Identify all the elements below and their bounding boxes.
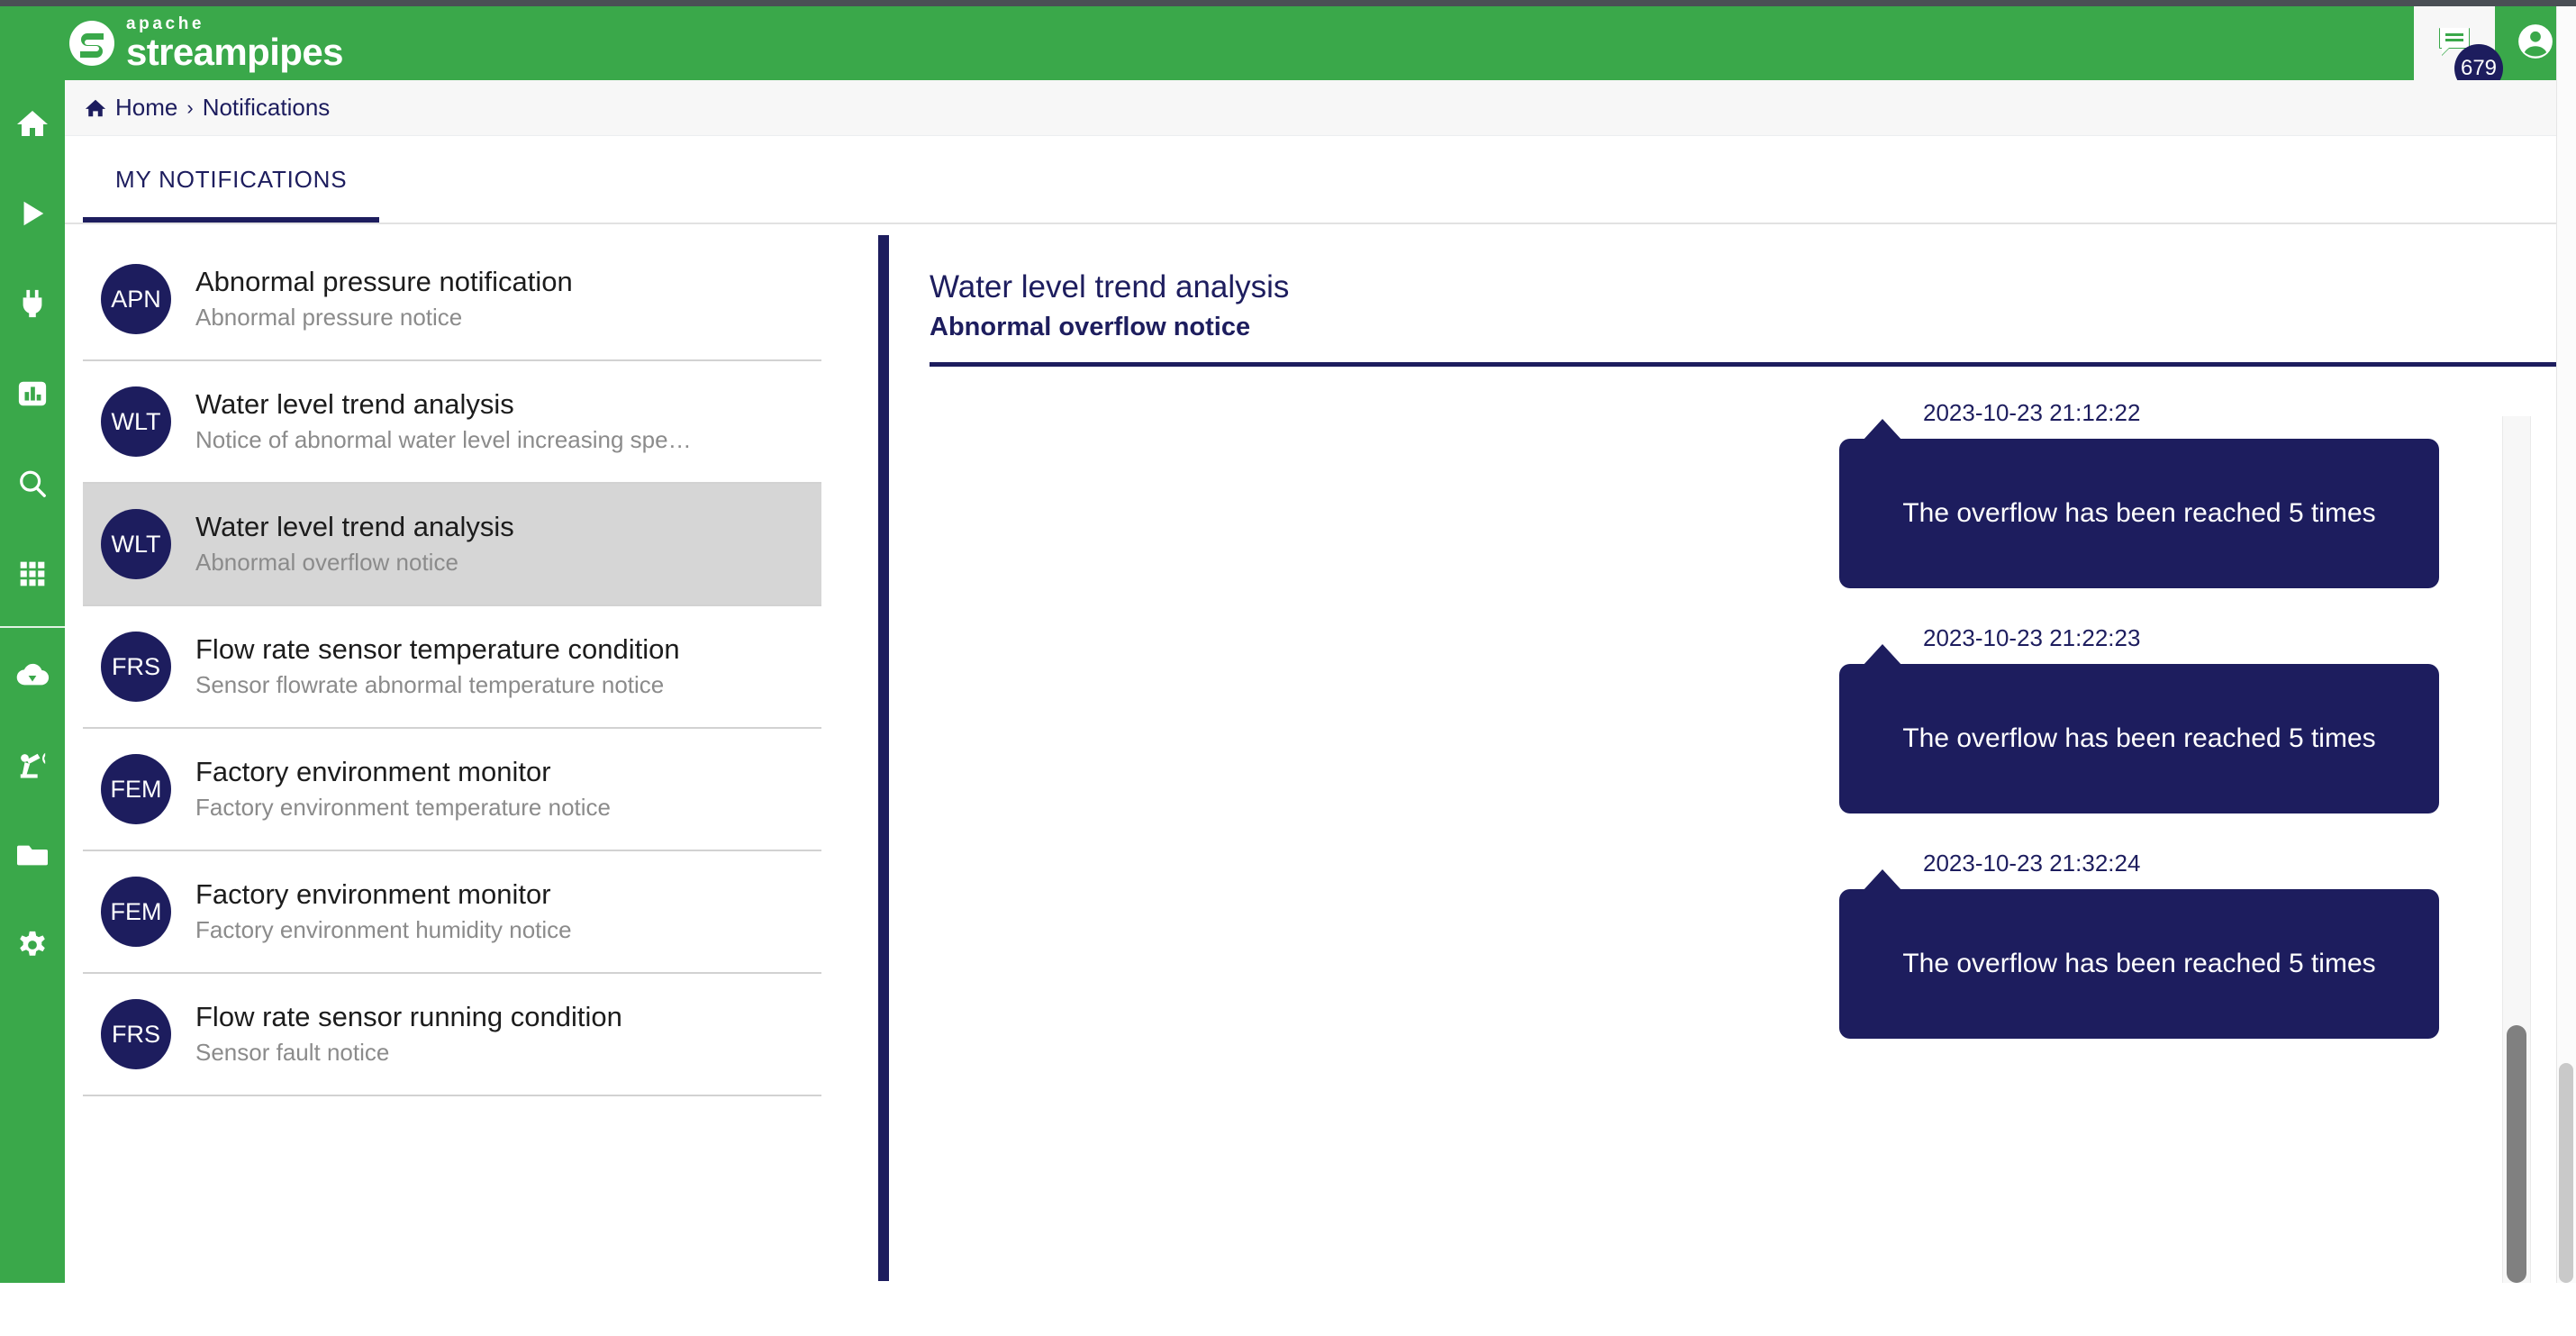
streampipes-logo-icon (67, 18, 117, 68)
message-timestamp: 2023-10-23 21:12:22 (1923, 399, 2486, 427)
notification-title: Abnormal pressure notification (195, 265, 573, 300)
notification-subtitle: Factory environment humidity notice (195, 915, 572, 946)
message-bubble[interactable]: The overflow has been reached 5 times (1839, 439, 2439, 588)
notification-subtitle: Sensor fault notice (195, 1038, 622, 1068)
play-icon (17, 198, 48, 233)
panel-divider (878, 235, 889, 1281)
sidebar-item-files[interactable] (0, 812, 65, 902)
notification-title: Water level trend analysis (195, 387, 692, 423)
sidebar-item-pipelines[interactable] (0, 170, 65, 260)
message-scroll-area[interactable]: 2023-10-23 21:12:22 The overflow has been… (889, 399, 2576, 1336)
notification-subtitle: Abnormal pressure notice (195, 303, 573, 333)
message-bubble[interactable]: The overflow has been reached 5 times (1839, 889, 2439, 1039)
message-timestamp: 2023-10-23 21:22:23 (1923, 624, 2486, 652)
notifications-split: APNAbnormal pressure notificationAbnorma… (65, 224, 2576, 1281)
home-icon (16, 107, 49, 144)
notification-title: Water level trend analysis (195, 510, 514, 545)
detail-header: Water level trend analysis Abnormal over… (889, 224, 2576, 342)
breadcrumb-home[interactable]: Home (85, 94, 177, 122)
message-bubble[interactable]: The overflow has been reached 5 times (1839, 664, 2439, 813)
notification-title: Flow rate sensor temperature condition (195, 632, 680, 668)
notification-list-item[interactable]: FRS Flow rate sensor running conditionSen… (83, 974, 821, 1096)
sidebar-item-apps[interactable] (0, 531, 65, 621)
notifications-button[interactable]: 679 (2414, 6, 2495, 80)
notification-list-item[interactable]: WLT Water level trend analysisNotice of a… (83, 361, 821, 484)
plug-icon (17, 288, 48, 323)
detail-rule (930, 362, 2576, 367)
message-timestamp: 2023-10-23 21:32:24 (1923, 850, 2486, 877)
tab-label: MY NOTIFICATIONS (115, 166, 347, 194)
window-top-strip (0, 0, 2576, 6)
notification-list-item[interactable]: FRS Flow rate sensor temperature conditio… (83, 606, 821, 729)
notification-list-item[interactable]: FEM Factory environment monitorFactory en… (83, 851, 821, 974)
notification-avatar: WLT (101, 386, 171, 457)
notification-title: Factory environment monitor (195, 755, 611, 790)
breadcrumb-separator: › (186, 96, 193, 120)
sidebar-item-install[interactable] (0, 632, 65, 722)
sidebar-divider (0, 626, 65, 628)
notification-subtitle: Factory environment temperature notice (195, 793, 611, 823)
gear-icon (17, 930, 48, 965)
sidebar-item-configuration[interactable] (0, 902, 65, 992)
page-scrollbar-thumb[interactable] (2559, 1063, 2573, 1283)
cloud-download-icon (15, 659, 50, 695)
sidebar-item-connect[interactable] (0, 260, 65, 350)
sidebar-rail (0, 6, 65, 1283)
message-block: 2023-10-23 21:22:23 The overflow has been… (889, 624, 2486, 813)
notification-avatar: FRS (101, 999, 171, 1069)
notification-avatar: FRS (101, 632, 171, 702)
breadcrumb: Home › Notifications (65, 80, 2576, 136)
notification-list-item[interactable]: APN Abnormal pressure notificationAbnorma… (83, 239, 821, 361)
breadcrumb-home-label: Home (115, 94, 177, 122)
robot-arm-icon (17, 750, 48, 785)
notification-list[interactable]: APNAbnormal pressure notificationAbnorma… (83, 239, 821, 1281)
message-block: 2023-10-23 21:12:22 The overflow has been… (889, 399, 2486, 588)
message-block: 2023-10-23 21:32:24 The overflow has been… (889, 850, 2486, 1039)
detail-title: Water level trend analysis (930, 268, 2576, 307)
notification-title: Flow rate sensor running condition (195, 1000, 622, 1035)
sidebar-item-home[interactable] (0, 80, 65, 170)
breadcrumb-current: Notifications (203, 94, 331, 122)
tab-bar: MY NOTIFICATIONS (65, 136, 2576, 224)
notification-detail: Water level trend analysis Abnormal over… (889, 224, 2576, 1281)
apps-grid-icon (18, 559, 47, 593)
app-header: apache streampipes 679 (0, 6, 2576, 80)
notification-list-item[interactable]: FEM Factory environment monitorFactory en… (83, 729, 821, 851)
account-circle-icon (2517, 23, 2554, 65)
notification-subtitle: Abnormal overflow notice (195, 548, 514, 578)
notification-avatar: FEM (101, 754, 171, 824)
tab-my-notifications[interactable]: MY NOTIFICATIONS (83, 136, 379, 223)
sidebar-item-assets[interactable] (0, 722, 65, 812)
notification-title: Factory environment monitor (195, 877, 572, 913)
brand-name-label: streampipes (126, 33, 343, 71)
notification-avatar: FEM (101, 877, 171, 947)
sidebar-item-dashboard[interactable] (0, 350, 65, 441)
notifications-card: MY NOTIFICATIONS APN Abnormal pressure no… (65, 136, 2576, 1283)
notification-avatar: APN (101, 264, 171, 334)
folder-icon (17, 840, 48, 875)
notification-subtitle: Sensor flowrate abnormal temperature not… (195, 670, 680, 701)
detail-subtitle: Abnormal overflow notice (930, 313, 2576, 342)
notification-avatar: WLT (101, 509, 171, 579)
home-icon (85, 97, 106, 119)
bar-chart-icon (17, 378, 48, 414)
search-icon (17, 468, 48, 504)
brand-logo[interactable]: apache streampipes (67, 6, 343, 80)
message-scrollbar-thumb[interactable] (2507, 1025, 2526, 1283)
sidebar-item-data-explorer[interactable] (0, 441, 65, 531)
notification-list-item[interactable]: WLT Water level trend analysisAbnormal ov… (83, 484, 821, 606)
message-list: 2023-10-23 21:12:22 The overflow has been… (889, 399, 2576, 1039)
notification-subtitle: Notice of abnormal water level increasin… (195, 425, 692, 456)
header-actions: 679 (2414, 6, 2576, 80)
